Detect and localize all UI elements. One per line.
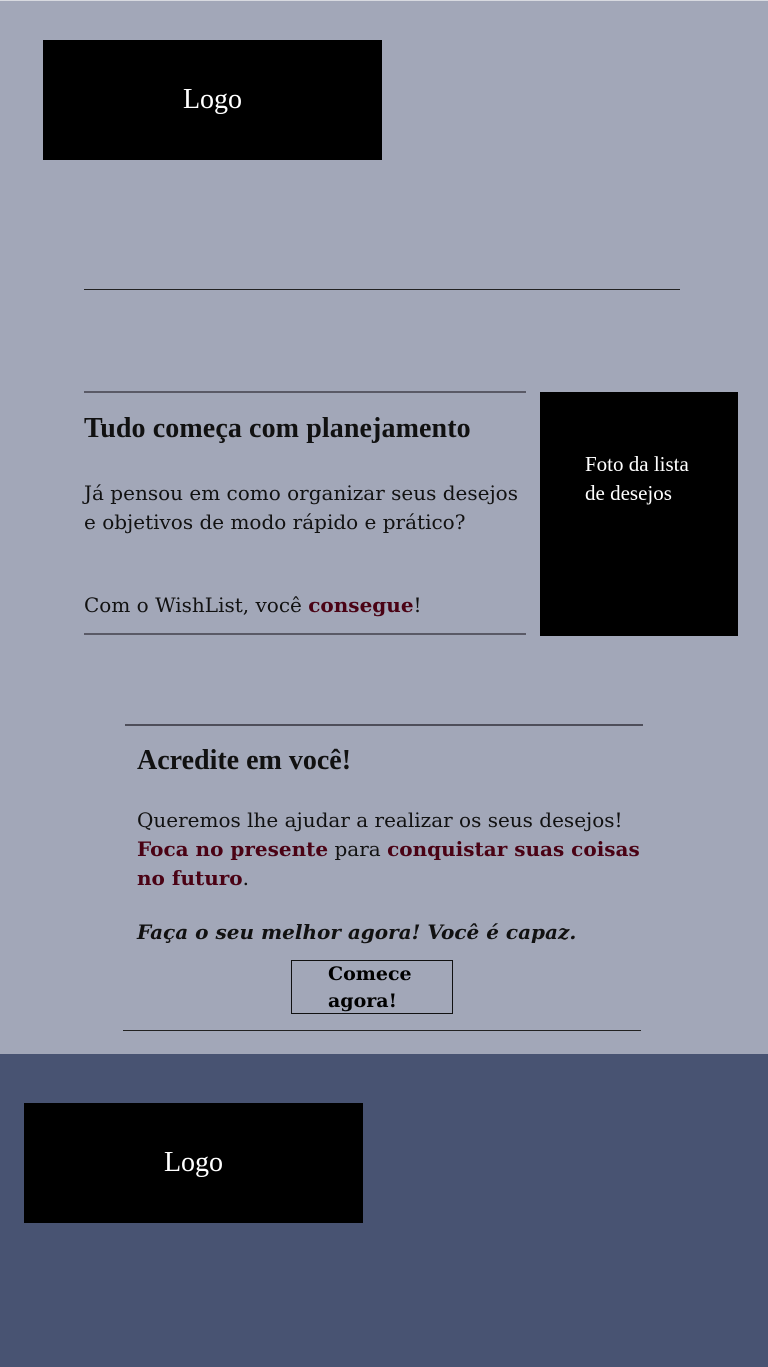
belief-accent-present: Foca no presente	[137, 837, 329, 861]
planning-paragraph: Já pensou em como organizar seus desejos…	[84, 481, 518, 534]
planning-line-accent: consegue	[308, 593, 414, 617]
footer-logo[interactable]: Logo	[24, 1103, 363, 1223]
belief-title: Acredite em você!	[137, 745, 352, 776]
header-logo[interactable]: Logo	[43, 40, 382, 160]
start-now-button[interactable]: Comece agora!	[291, 960, 453, 1014]
belief-text-part1: Queremos lhe ajudar a realizar os seus d…	[137, 808, 623, 832]
belief-text-part3: .	[242, 866, 250, 890]
planning-line-prefix: Com o WishList, você	[84, 593, 309, 617]
belief-top-divider	[125, 724, 643, 726]
wishlist-photo-placeholder: Foto da lista de desejos	[540, 392, 738, 636]
planning-section: Tudo começa com planejamento Já pensou e…	[84, 391, 526, 635]
planning-line-suffix: !	[413, 593, 422, 617]
wishlist-photo-label: Foto da lista de desejos	[585, 452, 689, 505]
header-divider	[84, 289, 680, 290]
footer-logo-text: Logo	[163, 1147, 224, 1178]
planning-wishlist-line: Com o WishList, você consegue!	[84, 593, 422, 617]
belief-emphasis: Faça o seu melhor agora! Você é capaz.	[137, 920, 577, 944]
belief-bottom-divider	[123, 1030, 641, 1031]
belief-paragraph: Queremos lhe ajudar a realizar os seus d…	[137, 806, 647, 893]
planning-title: Tudo começa com planejamento	[84, 413, 471, 444]
header-logo-text: Logo	[182, 84, 243, 115]
belief-text-part2: para	[328, 837, 388, 861]
